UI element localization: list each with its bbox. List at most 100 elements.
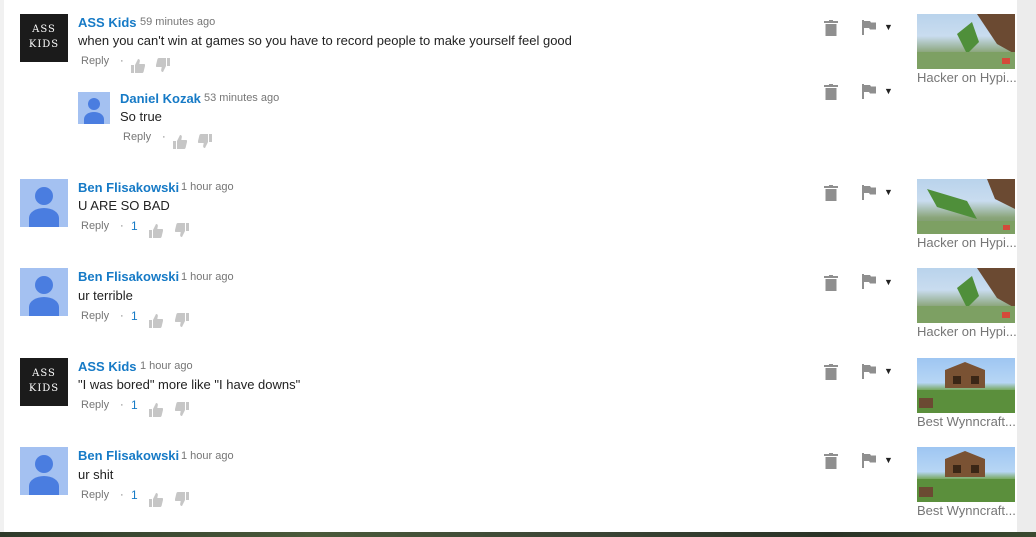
chevron-down-icon[interactable]: ▼: [884, 277, 893, 287]
reply-button[interactable]: Reply: [81, 489, 109, 501]
avatar-logo-text: ASS: [32, 368, 56, 379]
avatar-logo-text: KIDS: [28, 383, 60, 394]
flag-icon[interactable]: [862, 185, 876, 200]
separator: ·: [120, 310, 124, 322]
trash-icon[interactable]: [824, 185, 838, 201]
thumbs-down-icon[interactable]: [156, 58, 170, 72]
avatar[interactable]: ASS KIDS: [20, 14, 68, 62]
avatar-body: [29, 208, 59, 227]
trash-icon[interactable]: [824, 275, 838, 291]
thumbs-down-icon[interactable]: [175, 402, 189, 416]
avatar[interactable]: [78, 92, 110, 124]
video-title[interactable]: Best Wynncraft...: [917, 414, 1017, 429]
flag-icon[interactable]: [862, 453, 876, 468]
avatar-body: [29, 476, 59, 495]
comment-time[interactable]: 1 hour ago: [181, 271, 234, 283]
comment-text: ur shit: [78, 467, 114, 482]
chevron-down-icon[interactable]: ▼: [884, 455, 893, 465]
like-count: 1: [131, 309, 138, 323]
like-count: 1: [131, 488, 138, 502]
avatar-head: [35, 187, 53, 205]
minecraft-scene-icon: [917, 268, 1015, 323]
separator: ·: [162, 131, 166, 143]
comment-text: U ARE SO BAD: [78, 198, 170, 213]
video-thumbnail[interactable]: [917, 14, 1015, 69]
thumbs-up-icon[interactable]: [149, 493, 163, 507]
comment-time[interactable]: 1 hour ago: [140, 360, 193, 372]
comment-text: "I was bored" more like "I have downs": [78, 377, 301, 392]
comment-author[interactable]: Ben Flisakowski: [78, 269, 179, 284]
thumbs-up-icon[interactable]: [131, 59, 145, 73]
comment-text: when you can't win at games so you have …: [78, 33, 572, 48]
avatar[interactable]: ASS KIDS: [20, 358, 68, 406]
separator: ·: [120, 399, 124, 411]
thumbs-down-icon[interactable]: [175, 223, 189, 237]
avatar-logo-text: ASS: [32, 24, 56, 35]
video-thumbnail[interactable]: [917, 268, 1015, 323]
avatar-head: [35, 455, 53, 473]
avatar-body: [84, 112, 104, 124]
avatar[interactable]: [20, 268, 68, 316]
chevron-down-icon[interactable]: ▼: [884, 22, 893, 32]
trash-icon[interactable]: [824, 453, 838, 469]
comments-panel: ASS KIDS ASS Kids 59 minutes ago when yo…: [4, 0, 1017, 532]
minecraft-scene-icon: [917, 451, 1015, 502]
comment-text: ur terrible: [78, 288, 133, 303]
separator: ·: [120, 55, 124, 67]
reply-button[interactable]: Reply: [123, 131, 151, 143]
page-background: [1017, 0, 1036, 532]
video-thumbnail[interactable]: [917, 179, 1015, 234]
minecraft-scene-icon: [917, 14, 1015, 69]
minecraft-scene-icon: [917, 179, 1015, 234]
reply-button[interactable]: Reply: [81, 220, 109, 232]
comment-author[interactable]: ASS Kids: [78, 15, 137, 30]
thumbs-down-icon[interactable]: [175, 492, 189, 506]
flag-icon[interactable]: [862, 364, 876, 379]
comment-author[interactable]: ASS Kids: [78, 359, 137, 374]
avatar[interactable]: [20, 447, 68, 495]
video-thumbnail[interactable]: [917, 358, 1015, 413]
comment-time[interactable]: 59 minutes ago: [140, 16, 215, 28]
comment-time[interactable]: 53 minutes ago: [204, 92, 279, 104]
trash-icon[interactable]: [824, 84, 838, 100]
flag-icon[interactable]: [862, 84, 876, 99]
like-count: 1: [131, 398, 138, 412]
thumbs-down-icon[interactable]: [175, 313, 189, 327]
flag-icon[interactable]: [862, 274, 876, 289]
trash-icon[interactable]: [824, 364, 838, 380]
reply-button[interactable]: Reply: [81, 310, 109, 322]
chevron-down-icon[interactable]: ▼: [884, 187, 893, 197]
avatar[interactable]: [20, 179, 68, 227]
avatar-head: [35, 276, 53, 294]
minecraft-scene-icon: [917, 362, 1015, 413]
avatar-head: [88, 98, 100, 110]
video-title[interactable]: Best Wynncraft...: [917, 503, 1017, 518]
thumbs-down-icon[interactable]: [198, 134, 212, 148]
like-count: 1: [131, 219, 138, 233]
chevron-down-icon[interactable]: ▼: [884, 86, 893, 96]
comment-time[interactable]: 1 hour ago: [181, 181, 234, 193]
flag-icon[interactable]: [862, 20, 876, 35]
avatar-body: [29, 297, 59, 316]
page-background: [0, 532, 1036, 537]
thumbs-up-icon[interactable]: [149, 224, 163, 238]
video-title[interactable]: Hacker on Hypi...: [917, 324, 1017, 339]
comment-time[interactable]: 1 hour ago: [181, 450, 234, 462]
video-title[interactable]: Hacker on Hypi...: [917, 70, 1017, 85]
comment-author[interactable]: Ben Flisakowski: [78, 180, 179, 195]
comment-text: So true: [120, 109, 162, 124]
comment-author[interactable]: Daniel Kozak: [120, 91, 201, 106]
video-title[interactable]: Hacker on Hypi...: [917, 235, 1017, 250]
avatar-logo-text: KIDS: [28, 39, 60, 50]
video-thumbnail[interactable]: [917, 447, 1015, 502]
thumbs-up-icon[interactable]: [149, 314, 163, 328]
reply-button[interactable]: Reply: [81, 399, 109, 411]
separator: ·: [120, 489, 124, 501]
comment-author[interactable]: Ben Flisakowski: [78, 448, 179, 463]
thumbs-up-icon[interactable]: [173, 135, 187, 149]
reply-button[interactable]: Reply: [81, 55, 109, 67]
trash-icon[interactable]: [824, 20, 838, 36]
thumbs-up-icon[interactable]: [149, 403, 163, 417]
chevron-down-icon[interactable]: ▼: [884, 366, 893, 376]
separator: ·: [120, 220, 124, 232]
